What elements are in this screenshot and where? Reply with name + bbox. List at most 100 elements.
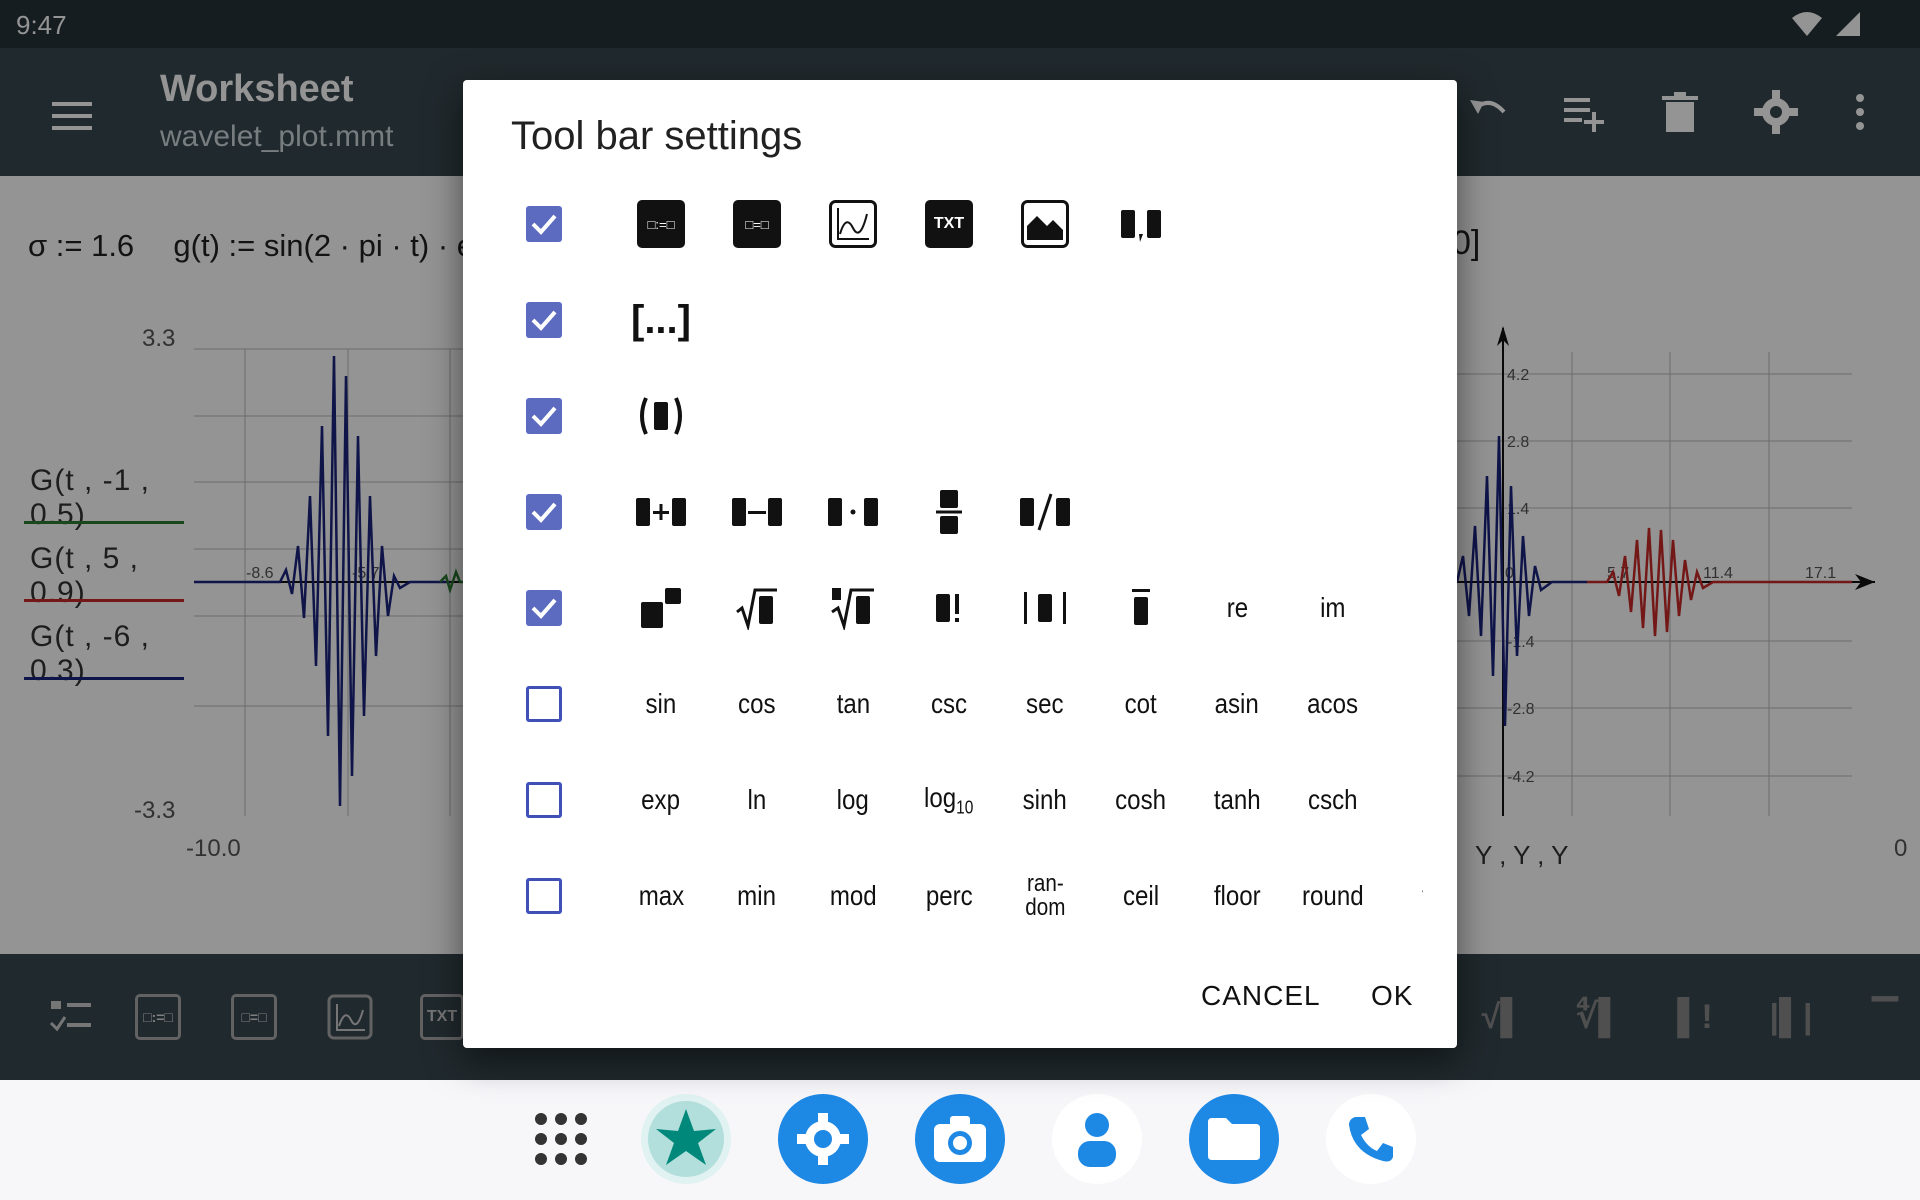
text-box-icon: TXT [925, 200, 973, 248]
item-asin: asin [1214, 688, 1260, 719]
row-checkbox[interactable] [526, 782, 562, 818]
row-checkbox[interactable] [526, 686, 562, 722]
item-abs [997, 560, 1093, 656]
settings-row-1: [...] [463, 272, 1457, 368]
power-icon [641, 588, 681, 628]
item-exp: exp [641, 784, 681, 815]
cancel-button[interactable]: CANCEL [1201, 980, 1321, 1012]
item-re: re [1226, 592, 1248, 623]
taskbar-dock [0, 1080, 1920, 1200]
item-tan: tan [836, 688, 870, 719]
item-image [997, 176, 1093, 272]
item-equals: □=□ [709, 176, 805, 272]
item-fraction [901, 464, 997, 560]
folder-icon [1208, 1118, 1260, 1160]
row-items: □:=□ □=□ TXT [613, 176, 1423, 272]
item-floor: floor [1213, 880, 1261, 911]
toolbar-settings-dialog: Tool bar settings □:=□ □=□ TXT [...] re … [463, 80, 1457, 1048]
item-parentheses [613, 368, 709, 464]
app-drawer-button[interactable] [516, 1094, 606, 1184]
row-checkbox[interactable] [526, 494, 562, 530]
parentheses-icon [640, 397, 682, 435]
row-checkbox[interactable] [526, 398, 562, 434]
row-checkbox[interactable] [526, 302, 562, 338]
item-csch: csch [1308, 784, 1358, 815]
item-power [613, 560, 709, 656]
row-items: [...] [613, 272, 1423, 368]
item-truncated: tı [1381, 848, 1423, 944]
row-checkbox[interactable] [526, 206, 562, 242]
item-cosh: cosh [1115, 784, 1167, 815]
settings-app-button[interactable] [778, 1094, 868, 1184]
check-icon [531, 502, 557, 523]
settings-row-7: max min mod perc ran-dom ceil floor roun… [463, 848, 1457, 944]
item-ln: ln [747, 784, 767, 815]
check-icon [531, 214, 557, 235]
row-items: exp ln log log10 sinh cosh tanh csch s [613, 752, 1423, 848]
settings-row-6: exp ln log log10 sinh cosh tanh csch s [463, 752, 1457, 848]
item-sqrt [709, 560, 805, 656]
plot-box-icon [829, 200, 877, 248]
item-plot [805, 176, 901, 272]
flower-app-icon [648, 1101, 724, 1177]
camera-icon [934, 1116, 986, 1162]
camera-app-button[interactable] [915, 1094, 1005, 1184]
divide-icon [1020, 493, 1070, 531]
item-comma [1093, 176, 1189, 272]
phone-app-button[interactable] [1326, 1094, 1416, 1184]
item-max: max [638, 880, 684, 911]
phone-icon [1349, 1117, 1393, 1162]
comma-blocks-icon [1121, 210, 1161, 242]
row-items [613, 464, 1423, 560]
item-overline [1093, 560, 1189, 656]
contacts-app-button[interactable] [1052, 1094, 1142, 1184]
item-random: ran-dom [1024, 870, 1066, 921]
row-checkbox[interactable] [526, 878, 562, 914]
factorial-icon [936, 594, 959, 622]
settings-icon [797, 1113, 849, 1165]
settings-row-5: sin cos tan csc sec cot asin acos a [463, 656, 1457, 752]
abs-icon [1024, 592, 1066, 624]
item-truncated: s [1381, 752, 1424, 848]
item-perc: perc [925, 880, 973, 911]
item-truncated: a [1381, 656, 1423, 752]
item-log: log [836, 784, 870, 815]
item-log10: log10 [924, 781, 974, 818]
overline-icon [1132, 589, 1150, 625]
item-cos: cos [738, 688, 776, 719]
item-minus [709, 464, 805, 560]
settings-row-4: re im [463, 560, 1457, 656]
settings-row-0: □:=□ □=□ TXT [463, 176, 1457, 272]
check-icon [531, 310, 557, 331]
minus-icon [732, 498, 782, 526]
sqrt-icon [736, 588, 777, 630]
flower-app-button[interactable] [641, 1094, 731, 1184]
item-divide [997, 464, 1093, 560]
item-min: min [737, 880, 777, 911]
dialog-title: Tool bar settings [511, 114, 803, 158]
files-app-button[interactable] [1189, 1094, 1279, 1184]
item-matrix: [...] [613, 272, 709, 368]
ok-button[interactable]: OK [1371, 980, 1413, 1012]
check-icon [531, 406, 557, 427]
matrix-bracket-icon: [...] [631, 297, 691, 342]
item-sinh: sinh [1022, 784, 1068, 815]
item-sec: sec [1026, 688, 1064, 719]
item-cot: cot [1124, 688, 1158, 719]
item-ceil: ceil [1122, 880, 1160, 911]
contacts-icon [1078, 1113, 1116, 1167]
item-assign: □:=□ [613, 176, 709, 272]
item-factorial [901, 560, 997, 656]
nth-root-icon [831, 588, 874, 630]
row-items [613, 368, 1423, 464]
image-box-icon [1021, 200, 1069, 248]
item-mod: mod [829, 880, 877, 911]
row-checkbox[interactable] [526, 590, 562, 626]
times-icon [828, 498, 878, 526]
item-sin: sin [645, 688, 677, 719]
equals-box-icon: □=□ [733, 200, 781, 248]
check-icon [531, 598, 557, 619]
item-im: im [1320, 592, 1346, 623]
item-round: round [1302, 880, 1364, 911]
item-plus [613, 464, 709, 560]
